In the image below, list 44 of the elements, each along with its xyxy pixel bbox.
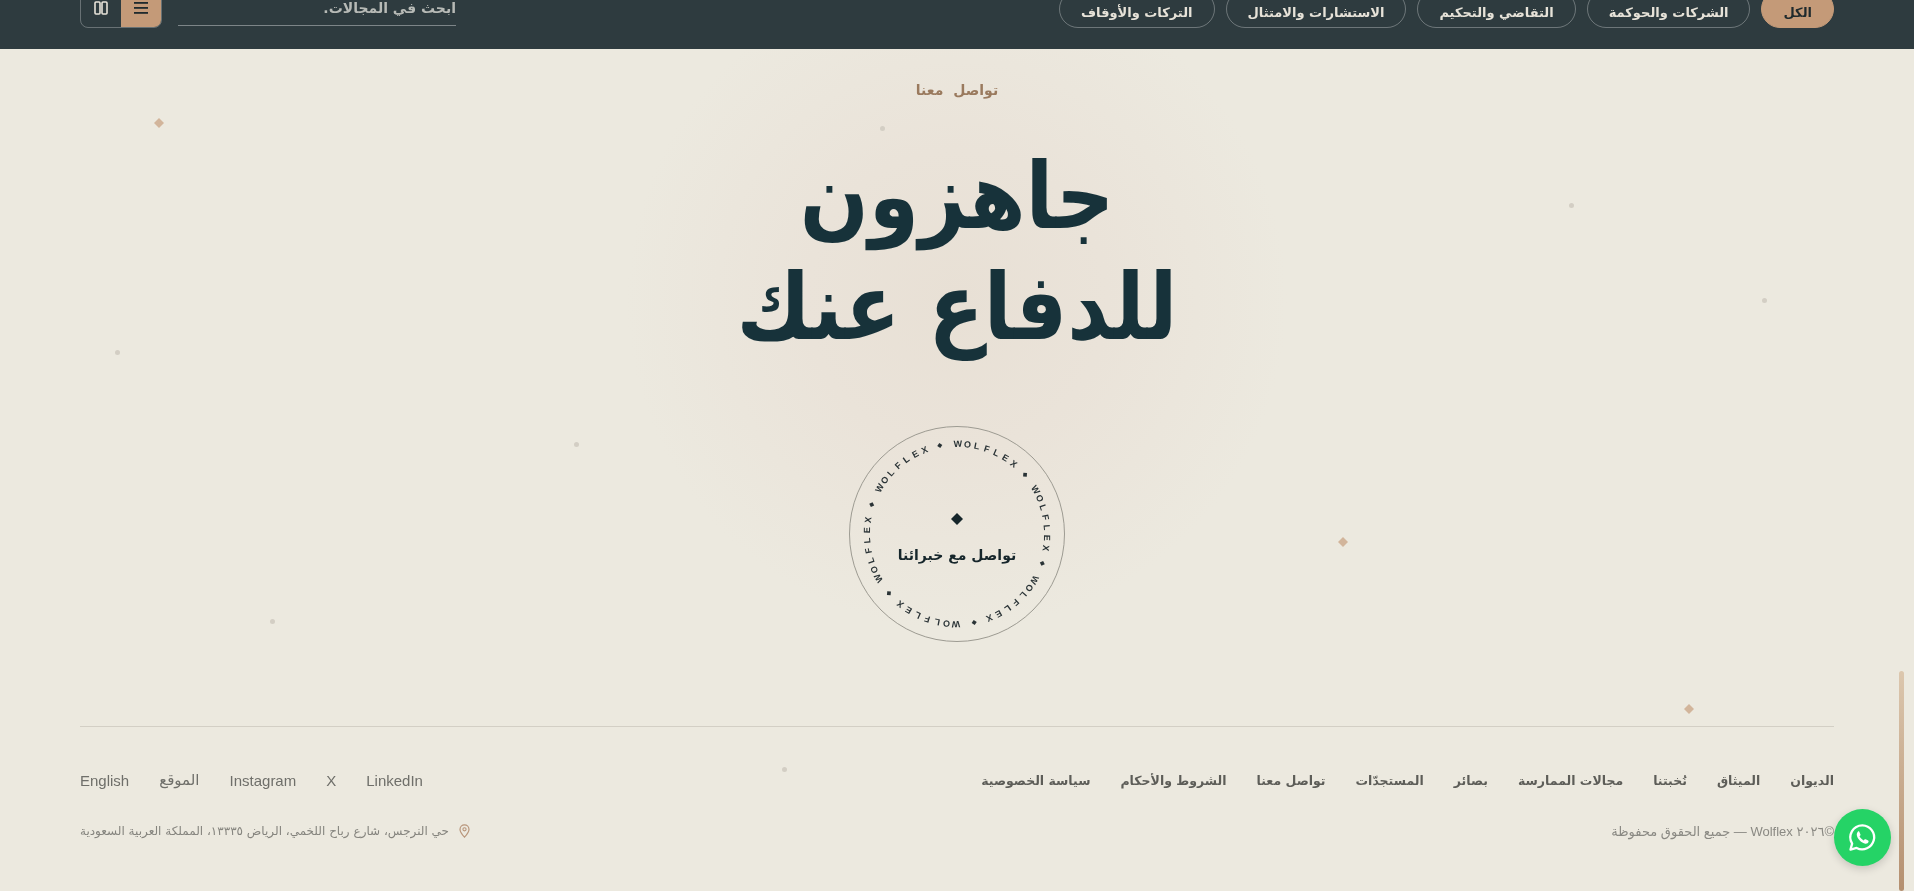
diamond-icon bbox=[1023, 472, 1028, 477]
dot-icon bbox=[879, 125, 885, 131]
section-label: تواصل معنا bbox=[915, 81, 999, 100]
diamond-icon bbox=[154, 118, 164, 128]
footer-link[interactable]: تواصل معنا bbox=[1256, 772, 1326, 788]
dot-icon bbox=[1761, 297, 1767, 303]
diamond-icon bbox=[869, 502, 875, 508]
diamond-icon bbox=[971, 620, 977, 626]
phone-bubble-icon bbox=[1847, 822, 1878, 853]
social-link[interactable]: الموقع bbox=[159, 771, 200, 789]
dot-icon bbox=[573, 441, 579, 447]
dot-icon bbox=[114, 349, 120, 355]
social-link[interactable]: English bbox=[80, 771, 130, 789]
menu-icon bbox=[134, 1, 148, 15]
footer-link[interactable]: نُخبتنا bbox=[1653, 772, 1687, 788]
social-link[interactable]: X bbox=[326, 771, 337, 789]
contact-link[interactable]: تواصل مع خبرائنا bbox=[897, 513, 1017, 565]
diamond-icon bbox=[886, 591, 891, 596]
diamond-icon bbox=[1039, 560, 1045, 566]
footer-link[interactable]: بصائر bbox=[1453, 772, 1488, 788]
menu-button[interactable] bbox=[121, 0, 161, 27]
location-pin-icon bbox=[459, 824, 470, 838]
social-link[interactable]: Instagram bbox=[229, 771, 297, 789]
social-link[interactable]: LinkedIn bbox=[366, 771, 423, 789]
hero-title: جاهزون للدفاع عنك bbox=[735, 142, 1179, 363]
footer-link[interactable]: الميثاق bbox=[1716, 772, 1761, 788]
footer-link[interactable]: المستجدّات bbox=[1355, 772, 1424, 788]
diamond-icon bbox=[1338, 537, 1348, 547]
dot-icon bbox=[781, 766, 787, 772]
scrollbar-thumb[interactable] bbox=[1899, 671, 1904, 891]
copyright-text: ©٢٠٢٦ Wolflex — جميع الحقوق محفوظة bbox=[1611, 823, 1834, 839]
dot-icon bbox=[269, 618, 275, 624]
filter-tab[interactable]: الكل bbox=[1761, 0, 1834, 28]
search-field[interactable]: ابحث في المجالات. bbox=[178, 0, 456, 26]
diamond-icon bbox=[951, 513, 963, 525]
dot-icon bbox=[1568, 202, 1574, 208]
footer-link[interactable]: مجالات الممارسة bbox=[1518, 772, 1624, 788]
diamond-icon bbox=[937, 442, 943, 448]
diamond-icon bbox=[1684, 704, 1694, 714]
columns-icon bbox=[94, 1, 108, 15]
footer-link[interactable]: سياسة الخصوصية bbox=[981, 772, 1091, 788]
footer-link[interactable]: الشروط والأحكام bbox=[1120, 772, 1227, 788]
address-text: حي النرجس، شارع رباح اللخمي، الرياض ١٣٣٣٥، المملكة العربية السعودية bbox=[80, 824, 449, 838]
footer-link[interactable]: الديوان bbox=[1790, 772, 1834, 788]
